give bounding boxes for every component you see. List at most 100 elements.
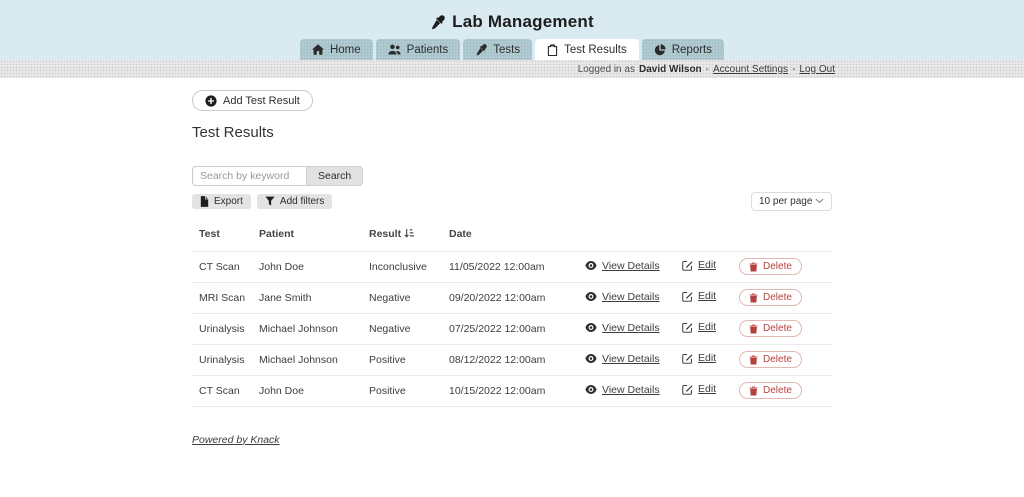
eye-icon [585,261,597,270]
logged-in-prefix: Logged in as [578,64,635,75]
trash-icon [749,293,758,303]
column-header-patient[interactable]: Patient [257,222,367,252]
sort-icon [404,228,414,239]
paste-icon [547,44,558,56]
view-details-link[interactable]: View Details [585,291,660,303]
view-details-link[interactable]: View Details [585,384,660,396]
plus-circle-icon [205,95,217,107]
trash-icon [749,355,758,365]
app-header: Lab Management Home Patients Tests Test … [0,0,1024,60]
table-header-row: Test Patient Result Date [192,222,832,252]
home-icon [312,44,324,55]
cell-patient: Michael Johnson [257,313,367,344]
search-bar: Search [192,166,832,186]
column-header-actions [680,222,737,252]
delete-button[interactable]: Delete [739,289,802,306]
table-row: MRI Scan Jane Smith Negative 09/20/2022 … [192,282,832,313]
cell-test: CT Scan [192,375,257,406]
eyedropper-icon [475,44,487,56]
delete-label: Delete [763,292,792,303]
view-details-link[interactable]: View Details [585,353,660,365]
cell-test: Urinalysis [192,313,257,344]
cell-date: 07/25/2022 12:00am [447,313,583,344]
tab-test-results[interactable]: Test Results [535,39,639,60]
delete-label: Delete [763,385,792,396]
username: David Wilson [639,64,702,75]
main-nav: Home Patients Tests Test Results Reports [0,39,1024,60]
eye-icon [585,292,597,301]
cell-result: Positive [367,344,447,375]
edit-icon [682,260,693,271]
tab-label: Patients [407,44,449,56]
view-details-label: View Details [602,291,660,303]
cell-result: Positive [367,375,447,406]
delete-label: Delete [763,323,792,334]
separator: - [792,64,795,75]
delete-button[interactable]: Delete [739,258,802,275]
eye-icon [585,323,597,332]
separator: - [706,64,709,75]
per-page-value: 10 per page [759,196,812,207]
edit-label: Edit [698,383,716,395]
eyedropper-icon [430,15,445,30]
export-label: Export [214,196,243,207]
logout-link[interactable]: Log Out [799,64,835,75]
filter-icon [265,196,275,206]
cell-result: Inconclusive [367,251,447,282]
edit-icon [682,353,693,364]
tab-home[interactable]: Home [300,39,373,60]
edit-link[interactable]: Edit [682,321,716,333]
search-input[interactable] [192,166,306,186]
cell-date: 09/20/2022 12:00am [447,282,583,313]
cell-patient: Michael Johnson [257,344,367,375]
cell-date: 08/12/2022 12:00am [447,344,583,375]
view-details-link[interactable]: View Details [585,260,660,272]
user-bar: Logged in as David Wilson - Account Sett… [0,60,1024,78]
edit-label: Edit [698,259,716,271]
eye-icon [585,354,597,363]
column-header-test[interactable]: Test [192,222,257,252]
per-page-select[interactable]: 10 per page [751,192,832,211]
edit-link[interactable]: Edit [682,352,716,364]
table-toolbar: Export Add filters 10 per page [192,192,832,211]
edit-link[interactable]: Edit [682,259,716,271]
add-filters-button[interactable]: Add filters [257,194,332,209]
tab-reports[interactable]: Reports [642,39,724,60]
view-details-label: View Details [602,384,660,396]
add-test-result-button[interactable]: Add Test Result [192,90,313,111]
tab-tests[interactable]: Tests [463,39,532,60]
add-button-label: Add Test Result [223,95,300,107]
delete-button[interactable]: Delete [739,351,802,368]
users-icon [388,44,401,55]
delete-button[interactable]: Delete [739,382,802,399]
account-settings-link[interactable]: Account Settings [713,64,788,75]
column-header-actions [737,222,832,252]
file-icon [200,196,209,207]
add-filters-label: Add filters [280,196,324,207]
powered-by-link[interactable]: Powered by Knack [192,434,280,446]
edit-label: Edit [698,321,716,333]
delete-button[interactable]: Delete [739,320,802,337]
search-button[interactable]: Search [306,166,363,186]
table-row: CT Scan John Doe Inconclusive 11/05/2022… [192,251,832,282]
edit-link[interactable]: Edit [682,383,716,395]
cell-test: Urinalysis [192,344,257,375]
page-title: Test Results [192,124,832,141]
cell-result: Negative [367,282,447,313]
column-header-date[interactable]: Date [447,222,583,252]
cell-patient: John Doe [257,375,367,406]
cell-patient: John Doe [257,251,367,282]
view-details-link[interactable]: View Details [585,322,660,334]
cell-result: Negative [367,313,447,344]
column-header-result[interactable]: Result [367,222,447,252]
export-button[interactable]: Export [192,194,251,209]
tab-patients[interactable]: Patients [376,39,461,60]
delete-label: Delete [763,354,792,365]
tab-label: Tests [493,44,520,56]
edit-label: Edit [698,290,716,302]
edit-link[interactable]: Edit [682,290,716,302]
app-title-row: Lab Management [0,9,1024,35]
view-details-label: View Details [602,260,660,272]
edit-icon [682,384,693,395]
main-content: Add Test Result Test Results Search Expo… [192,78,832,448]
